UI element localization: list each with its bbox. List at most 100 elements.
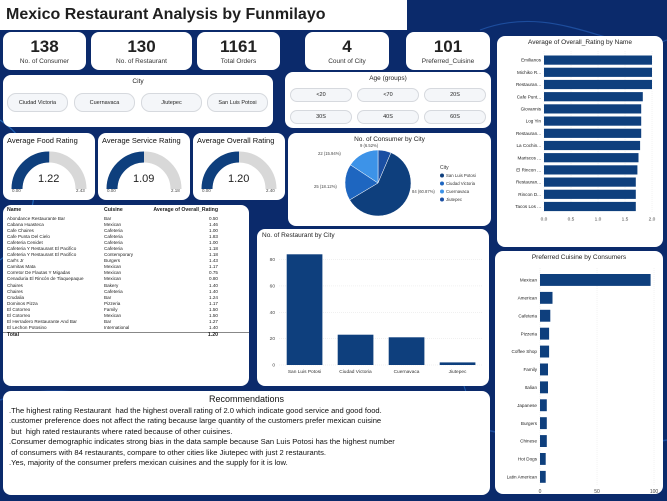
table-cell: Corretor De Flautas Y Migadas (7, 270, 71, 276)
bar[interactable] (544, 153, 639, 163)
y-tick-label: Cafe Punt... (517, 94, 541, 99)
age-option[interactable]: 40S (357, 110, 419, 124)
gauge-service-rating: Average Service Rating 1.09 0.00 2.18 (98, 133, 190, 200)
bar[interactable] (544, 67, 652, 77)
table-cell: Carl's Jr (7, 258, 24, 264)
bar[interactable] (540, 327, 550, 340)
table-row[interactable]: Chaires Cafeteria 1.40 (3, 288, 249, 294)
city-option-san-luis-potosi[interactable]: San Luis Potosi (207, 93, 268, 112)
rating-by-name-card: Average of Overall_Rating by Name 0.0 0.5… (497, 36, 663, 247)
table-cell: Cabana Huasteca (7, 221, 44, 227)
y-tick-label: Log Yin (526, 119, 542, 124)
x-tick-label: 0 (539, 489, 542, 494)
table-cell: Bar (104, 215, 112, 221)
table-cell: Cafe Punta Del Cielo (7, 233, 50, 239)
table-cell: 1.00 (209, 239, 218, 245)
bar[interactable] (540, 417, 547, 430)
table-row[interactable]: Cafe Punta Del Cielo Cafeteria 1.83 (3, 233, 249, 239)
gauge-max: 2.18 (171, 188, 180, 193)
x-tick-label: Cuernavaca (394, 369, 420, 375)
bar[interactable] (540, 363, 548, 376)
table-row[interactable]: Cenaduria El Rincón de Tlaquepaque Mexica… (3, 276, 249, 282)
y-tick-label: Mexican (520, 278, 538, 283)
gauge-overall-rating: Average Overall Rating 1.20 0.00 2.40 (193, 133, 285, 200)
bar[interactable] (544, 201, 636, 212)
bar[interactable] (544, 104, 642, 114)
age-option[interactable]: <70 (357, 88, 419, 102)
gauge-value: 1.09 (133, 173, 155, 185)
legend-marker (440, 189, 444, 194)
column-header[interactable]: Average of Overall_Rating (141, 207, 221, 213)
bar[interactable] (544, 128, 642, 138)
city-slicer-title: City (132, 78, 144, 85)
bar[interactable] (544, 165, 638, 175)
y-tick-label: Family (523, 367, 537, 372)
bar[interactable] (286, 254, 323, 365)
table-cell: Mexican (104, 276, 122, 282)
column-header[interactable]: Name (3, 207, 104, 213)
table-cell: 1.27 (209, 319, 218, 325)
legend-marker (440, 181, 444, 186)
table-cell: Mexican (104, 313, 122, 319)
bar[interactable] (544, 116, 642, 126)
table-row[interactable]: Carnitas Mata Mexican 1.17 (3, 264, 249, 270)
recommendation-line: but high rated restaurants where rated b… (9, 426, 233, 436)
bar[interactable] (540, 435, 547, 447)
age-option[interactable]: <20 (290, 88, 352, 102)
kpi-value: 101 (433, 36, 463, 56)
bar[interactable] (540, 381, 548, 394)
total-label: Total (7, 332, 20, 339)
table-row[interactable]: Chaires Bakery 1.40 (3, 282, 249, 288)
table-cell: Mexican (104, 264, 122, 270)
x-tick-label: Jiutepec (449, 369, 467, 375)
column-header[interactable]: Cuisine (104, 207, 141, 213)
table-cell: Cafeteria (104, 227, 123, 233)
city-option-cuernavaca[interactable]: Cuernavaca (74, 93, 135, 112)
y-tick-label: 60 (270, 283, 276, 289)
bar[interactable] (544, 189, 636, 199)
x-tick-label: San Luis Potosi (288, 369, 321, 375)
table-row[interactable]: Cafeteria Y Restaurant El Pacifico Contem… (3, 252, 249, 258)
table-row[interactable]: Cafeteria Cenidet Cafeteria 1.00 (3, 239, 249, 245)
table-row[interactable]: Cabana Huasteca Mexican 1.46 (3, 221, 249, 227)
bar[interactable] (544, 55, 652, 65)
table-row[interactable]: El Herradero Restaurante And Bar Bar 1.27 (3, 319, 249, 325)
bar[interactable] (540, 470, 546, 483)
bar[interactable] (540, 453, 546, 465)
table-cell: 1.46 (209, 221, 218, 227)
table-row[interactable]: El Lechon Potosino International 1.40 (3, 325, 249, 331)
bar[interactable] (544, 79, 652, 90)
age-option[interactable]: 60S (424, 110, 486, 124)
x-tick-label: 50 (594, 489, 600, 494)
title-bar: Mexico Restaurant Analysis by Funmilayo (0, 0, 407, 30)
bar[interactable] (540, 309, 551, 322)
bar[interactable] (388, 337, 425, 365)
bar[interactable] (544, 177, 636, 187)
bar[interactable] (540, 345, 550, 358)
table-cell: Contemporary (104, 252, 134, 258)
table-row[interactable]: Cafe Chaires Cafeteria 1.00 (3, 227, 249, 233)
bar[interactable] (544, 92, 643, 102)
table-row[interactable]: El Cotorreo Family 1.50 (3, 306, 249, 312)
table-row[interactable]: Crudalia Bar 1.24 (3, 294, 249, 300)
bar[interactable] (544, 140, 641, 151)
table-row[interactable]: Dominos Pizza Pizzeria 1.17 (3, 300, 249, 306)
age-option[interactable]: 30S (290, 110, 352, 124)
table-row[interactable]: Cafeteria Y Restaurant El Pacifico Cafete… (3, 245, 249, 251)
bar[interactable] (439, 362, 476, 365)
kpi-value: 130 (127, 36, 156, 56)
cuisine-bar-chart: 0 50 100 Mexican American Cafeteria Pizzeria Co… (507, 268, 658, 494)
city-option-ciudad-victoria[interactable]: Ciudad Victoria (7, 93, 68, 112)
table-row[interactable]: Abondance Restaurante Bar Bar 0.50 (3, 215, 249, 221)
bar[interactable] (540, 274, 651, 286)
table-row[interactable]: Carl's Jr Burgers 1.43 (3, 258, 249, 264)
table-row[interactable]: El Cotorreo Mexican 1.50 (3, 313, 249, 319)
age-option[interactable]: 20S (424, 88, 486, 102)
bar[interactable] (337, 334, 374, 365)
city-option-jiutepec[interactable]: Jiutepec (141, 93, 202, 112)
bar[interactable] (540, 399, 547, 412)
table-cell: Carnitas Mata (7, 264, 36, 270)
table-row[interactable]: Corretor De Flautas Y Migadas Mexican 0.75 (3, 270, 249, 276)
bar[interactable] (540, 291, 553, 304)
table-cell: 0.50 (209, 215, 218, 221)
